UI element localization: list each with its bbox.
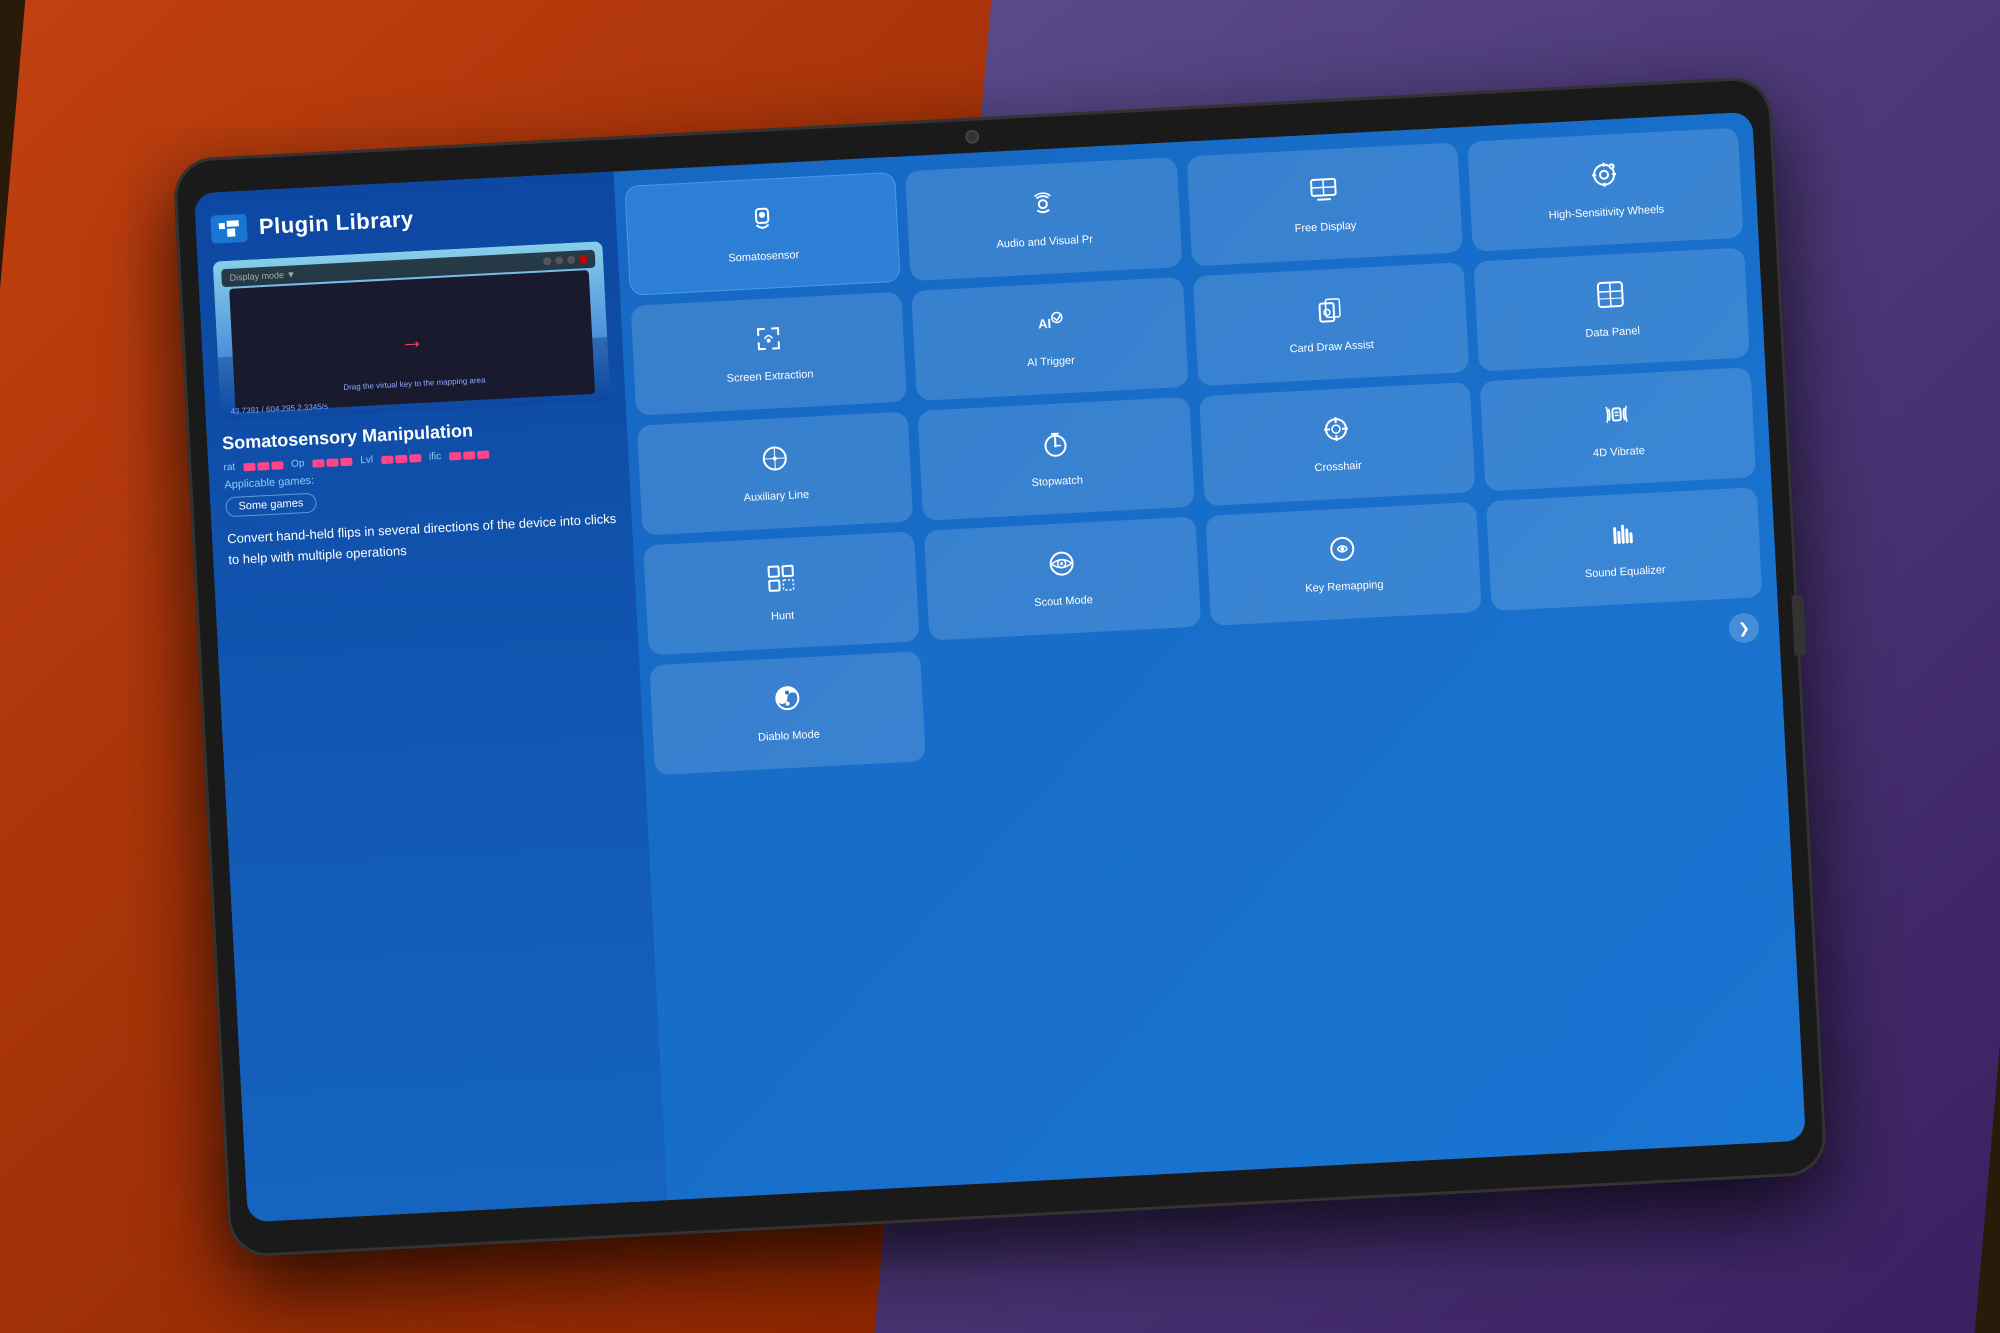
somatosensor-label: Somatosensor [728,248,800,266]
app-logo [210,213,247,243]
ific-dot-1 [449,451,461,460]
ific-label: ific [429,450,442,462]
rat-dot-1 [243,462,255,471]
free-display-label: Free Display [1294,219,1356,237]
svg-text:+: + [1610,164,1613,170]
scout-mode-icon [1045,547,1079,588]
preview-drag-text: Drag the virtual key to the mapping area [343,375,486,391]
right-panel[interactable]: Somatosensor Audio and Visual Pr [614,111,1806,1199]
plugin-card-diablo-mode[interactable]: Diablo Mode [649,651,926,775]
ai-trigger-label: AI Trigger [1027,354,1075,371]
tablet-screen: Plugin Library Display mode ▼ [194,111,1806,1221]
plugin-card-somatosensor[interactable]: Somatosensor [624,171,901,295]
ctrl-dot-3 [567,255,575,263]
plugin-card-high-sensitivity[interactable]: + High-Sensitivity Wheels [1467,127,1744,251]
camera [965,129,980,144]
plugin-description: Convert hand-held flips in several direc… [227,508,619,570]
4d-vibrate-label: 4D Vibrate [1593,444,1645,461]
plugin-card-card-draw[interactable]: Card Draw Assist [1192,262,1469,386]
tablet-device: Plugin Library Display mode ▼ [172,75,1827,1257]
hunt-label: Hunt [771,609,795,624]
high-sensitivity-label: High-Sensitivity Wheels [1548,202,1664,222]
op-dot-3 [340,457,352,466]
auxiliary-line-icon [758,442,792,483]
stopwatch-label: Stopwatch [1031,473,1083,490]
ctrl-dot-1 [543,256,551,264]
op-label: Op [291,458,305,470]
plugin-card-hunt[interactable]: Hunt [643,531,920,655]
high-sensitivity-icon: + [1588,158,1622,199]
plugin-card-screen-extraction[interactable]: Screen Extraction [631,291,908,415]
op-dots [312,457,352,467]
preview-title: Display mode ▼ [229,269,295,282]
ific-dot-3 [477,449,489,458]
plugin-card-sound-equalizer[interactable]: Sound Equalizer [1486,487,1763,611]
data-panel-icon [1594,278,1628,319]
preview-area: Display mode ▼ → Drag the virtual key to… [213,241,611,421]
screen-extraction-icon [751,322,785,363]
hunt-icon [764,561,798,602]
plugin-card-scout-mode[interactable]: Scout Mode [924,516,1201,640]
auxiliary-line-label: Auxiliary Line [743,488,809,506]
key-remapping-icon [1326,532,1360,573]
diablo-mode-icon [770,681,804,722]
left-panel: Plugin Library Display mode ▼ [194,171,667,1222]
plugins-grid: Somatosensor Audio and Visual Pr [624,127,1769,785]
audio-visual-label: Audio and Visual Pr [996,232,1093,251]
plugin-card-4d-vibrate[interactable]: 4D Vibrate [1479,367,1756,491]
crosshair-label: Crosshair [1314,459,1362,476]
diablo-mode-label: Diablo Mode [758,727,820,745]
card-draw-icon [1313,292,1347,333]
plugin-card-crosshair[interactable]: Crosshair [1199,382,1476,506]
crosshair-icon [1319,412,1353,453]
lvl-dot-2 [395,454,407,463]
rat-label: rat [223,461,235,473]
svg-text:AI: AI [1038,316,1052,332]
plugin-card-free-display[interactable]: Free Display [1186,142,1463,266]
ai-trigger-icon: AI [1032,307,1066,348]
rat-dot-2 [257,461,269,470]
data-panel-label: Data Panel [1585,324,1640,341]
preview-arrow: → [399,326,424,355]
ctrl-dot-close [579,255,587,263]
scout-mode-label: Scout Mode [1034,593,1093,610]
free-display-icon [1307,172,1341,213]
somatosensor-icon [745,202,779,243]
lvl-dot-1 [381,454,393,463]
preview-controls [543,255,587,265]
header-bar: Plugin Library [210,187,602,251]
sound-equalizer-label: Sound Equalizer [1585,563,1666,582]
lvl-label: Lvl [360,454,373,466]
4d-vibrate-icon [1600,397,1634,438]
op-dot-2 [326,457,338,466]
card-draw-label: Card Draw Assist [1289,338,1374,357]
ctrl-dot-2 [555,256,563,264]
audio-visual-icon [1026,187,1060,228]
plugin-card-key-remapping[interactable]: Key Remapping [1205,501,1482,625]
lvl-dots [381,453,421,463]
page-title: Plugin Library [258,206,414,240]
plugin-card-audio-visual[interactable]: Audio and Visual Pr [905,157,1182,281]
preview-inner: → Drag the virtual key to the mapping ar… [229,269,595,412]
plugin-card-auxiliary-line[interactable]: Auxiliary Line [637,411,914,535]
lvl-dot-3 [409,453,421,462]
ific-dot-2 [463,450,475,459]
key-remapping-label: Key Remapping [1305,578,1384,596]
rat-dots [243,460,283,470]
plugin-card-stopwatch[interactable]: Stopwatch [918,396,1195,520]
sound-equalizer-icon [1606,517,1640,558]
screen-extraction-label: Screen Extraction [726,367,813,386]
games-tag[interactable]: Some games [225,492,317,517]
op-dot-1 [312,458,324,467]
ific-dots [449,449,489,459]
plugin-card-ai-trigger[interactable]: AI AI Trigger [911,276,1188,400]
rat-dot-3 [271,460,283,469]
stopwatch-icon [1038,427,1072,468]
plugin-card-data-panel[interactable]: Data Panel [1473,247,1750,371]
